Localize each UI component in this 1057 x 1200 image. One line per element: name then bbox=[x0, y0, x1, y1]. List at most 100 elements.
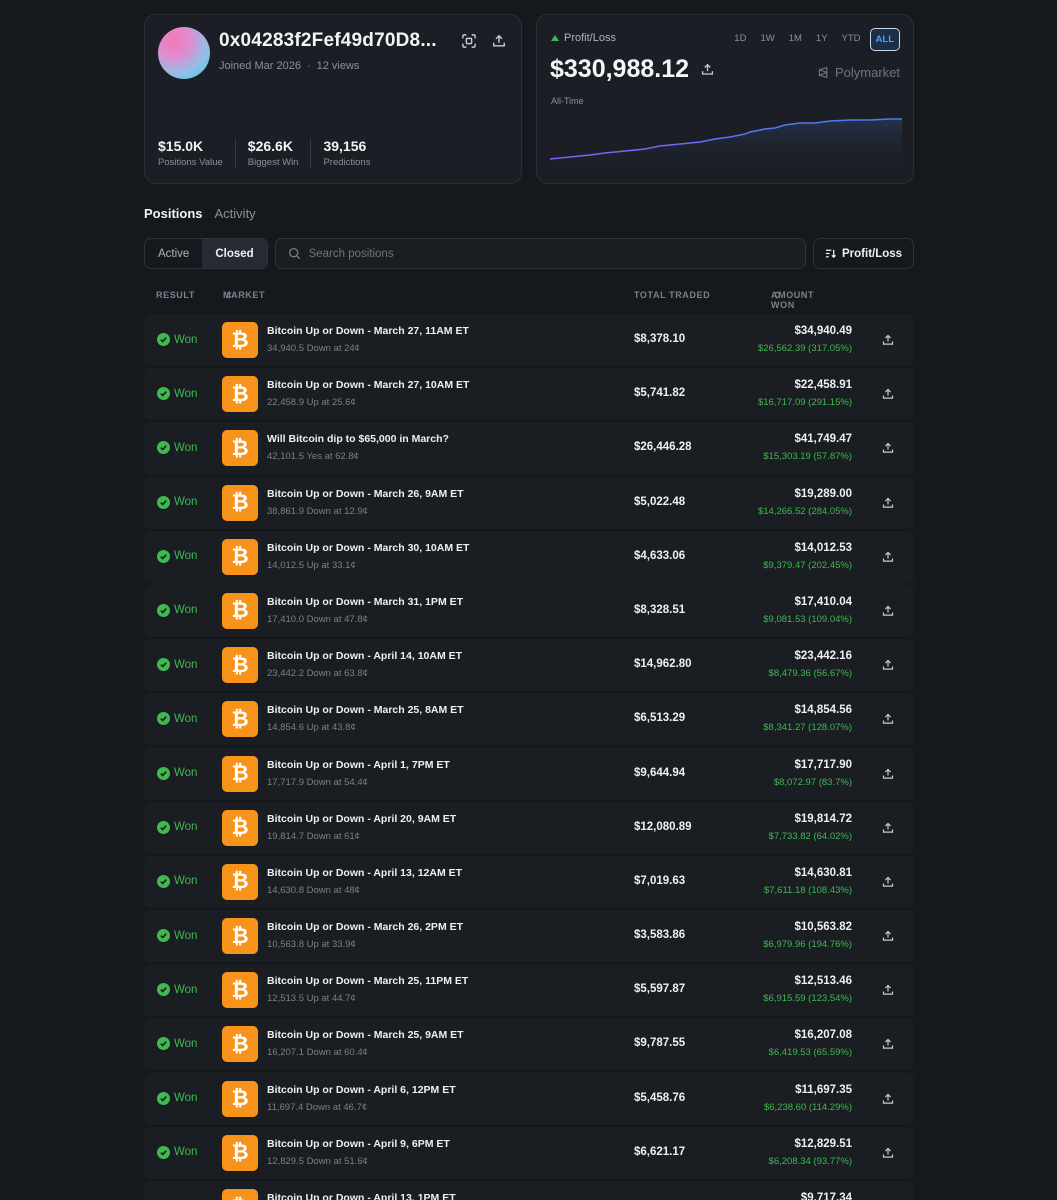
share-icon[interactable] bbox=[882, 387, 895, 400]
range-ytd[interactable]: YTD bbox=[837, 28, 866, 51]
table-row[interactable]: Won ₿ Bitcoin Up or Down - April 20, 9AM… bbox=[144, 801, 914, 854]
market-title[interactable]: Bitcoin Up or Down - April 13, 1PM ET bbox=[267, 1192, 456, 1200]
sparkline-area bbox=[550, 119, 902, 171]
sort-button[interactable]: Profit/Loss bbox=[813, 238, 914, 269]
market-title[interactable]: Bitcoin Up or Down - April 6, 12PM ET bbox=[267, 1084, 456, 1096]
table-row[interactable]: Won ₿ Bitcoin Up or Down - March 27, 10A… bbox=[144, 368, 914, 421]
result-cell: Won bbox=[157, 1037, 197, 1051]
username[interactable]: 0x04283f2Fef49d70D8... bbox=[219, 30, 437, 52]
table-header: RESULT MARKET TOTAL TRADED AMOUNT WON bbox=[144, 290, 914, 310]
table-row[interactable]: Won ₿ Bitcoin Up or Down - March 26, 9AM… bbox=[144, 476, 914, 529]
col-amount-won[interactable]: AMOUNT WON bbox=[771, 290, 813, 310]
share-icon[interactable] bbox=[491, 33, 507, 49]
market-title[interactable]: Bitcoin Up or Down - April 1, 7PM ET bbox=[267, 759, 450, 771]
tab-positions[interactable]: Positions bbox=[144, 206, 203, 221]
check-circle-icon bbox=[157, 549, 170, 563]
share-icon[interactable] bbox=[882, 929, 895, 942]
search-input[interactable] bbox=[308, 247, 789, 260]
market-title[interactable]: Bitcoin Up or Down - March 26, 2PM ET bbox=[267, 921, 463, 933]
table-row[interactable]: Won ₿ Bitcoin Up or Down - March 27, 11A… bbox=[144, 314, 914, 366]
bitcoin-icon: ₿ bbox=[222, 647, 258, 684]
range-all[interactable]: ALL bbox=[869, 28, 900, 51]
table-row[interactable]: Won ₿ Bitcoin Up or Down - April 6, 12PM… bbox=[144, 1072, 914, 1125]
range-1w[interactable]: 1W bbox=[755, 28, 779, 51]
col-total-traded[interactable]: TOTAL TRADED bbox=[634, 290, 710, 300]
share-icon[interactable] bbox=[882, 658, 895, 671]
market-position: 17,410.0 Down at 47.8¢ bbox=[267, 613, 368, 625]
market-title[interactable]: Bitcoin Up or Down - March 27, 10AM ET bbox=[267, 379, 469, 391]
tab-activity[interactable]: Activity bbox=[215, 206, 256, 221]
share-icon[interactable] bbox=[882, 550, 895, 563]
filter-closed[interactable]: Closed bbox=[202, 239, 267, 268]
amount-won: $10,563.82 bbox=[794, 921, 852, 934]
share-icon[interactable] bbox=[882, 983, 895, 996]
table-row[interactable]: Won ₿ Bitcoin Up or Down - March 30, 10A… bbox=[144, 530, 914, 583]
total-traded: $5,741.82 bbox=[634, 387, 686, 400]
table-row[interactable]: Won ₿ Bitcoin Up or Down - April 1, 7PM … bbox=[144, 747, 914, 800]
table-row[interactable]: Won ₿ Bitcoin Up or Down - March 31, 1PM… bbox=[144, 584, 914, 637]
share-icon[interactable] bbox=[701, 63, 714, 76]
table-row[interactable]: Won ₿ Bitcoin Up or Down - March 26, 2PM… bbox=[144, 910, 914, 963]
market-title[interactable]: Bitcoin Up or Down - March 27, 11AM ET bbox=[267, 325, 469, 337]
table-row[interactable]: Won ₿ Bitcoin Up or Down - April 9, 6PM … bbox=[144, 1126, 914, 1179]
qr-scan-icon[interactable] bbox=[461, 33, 477, 49]
bitcoin-icon: ₿ bbox=[222, 1026, 258, 1063]
filter-active[interactable]: Active bbox=[145, 239, 202, 268]
market-title[interactable]: Bitcoin Up or Down - April 9, 6PM ET bbox=[267, 1138, 450, 1150]
range-1y[interactable]: 1Y bbox=[811, 28, 833, 51]
share-icon[interactable] bbox=[882, 712, 895, 725]
share-icon[interactable] bbox=[882, 1092, 895, 1105]
share-icon[interactable] bbox=[882, 767, 895, 780]
market-title[interactable]: Bitcoin Up or Down - April 20, 9AM ET bbox=[267, 813, 456, 825]
market-title[interactable]: Bitcoin Up or Down - April 14, 10AM ET bbox=[267, 650, 462, 662]
profit-amount: $7,611.18 (108.43%) bbox=[763, 884, 852, 896]
pnl-label: Profit/Loss bbox=[551, 32, 616, 44]
table-row[interactable]: Won ₿ Bitcoin Up or Down - March 25, 8AM… bbox=[144, 693, 914, 746]
avatar[interactable] bbox=[158, 27, 210, 79]
table-row[interactable]: Won ₿ Bitcoin Up or Down - April 13, 12A… bbox=[144, 855, 914, 908]
market-title[interactable]: Bitcoin Up or Down - March 26, 9AM ET bbox=[267, 488, 464, 500]
bitcoin-icon: ₿ bbox=[222, 1189, 258, 1200]
table-row[interactable]: Won ₿ Bitcoin Up or Down - March 25, 11P… bbox=[144, 964, 914, 1017]
share-icon[interactable] bbox=[882, 333, 895, 346]
market-title[interactable]: Bitcoin Up or Down - March 25, 9AM ET bbox=[267, 1029, 464, 1041]
market-title[interactable]: Bitcoin Up or Down - April 13, 12AM ET bbox=[267, 867, 462, 879]
market-title[interactable]: Will Bitcoin dip to $65,000 in March? bbox=[267, 433, 449, 445]
bitcoin-icon: ₿ bbox=[222, 322, 258, 358]
market-title[interactable]: Bitcoin Up or Down - March 25, 11PM ET bbox=[267, 975, 468, 987]
bitcoin-icon: ₿ bbox=[222, 701, 258, 738]
profit-amount: $14,266.52 (284.05%) bbox=[757, 505, 852, 517]
result-cell: Won bbox=[157, 712, 197, 726]
share-icon[interactable] bbox=[882, 496, 895, 509]
share-icon[interactable] bbox=[882, 875, 895, 888]
stat-positions-value: $15.0K Positions Value bbox=[158, 138, 236, 168]
range-1m[interactable]: 1M bbox=[784, 28, 807, 51]
col-market[interactable]: MARKET bbox=[223, 290, 265, 300]
table-row[interactable]: Won ₿ Bitcoin Up or Down - April 14, 10A… bbox=[144, 639, 914, 692]
share-icon[interactable] bbox=[882, 1146, 895, 1159]
amount-won: $17,410.04 bbox=[794, 595, 852, 608]
share-icon[interactable] bbox=[882, 441, 895, 454]
result-label: Won bbox=[174, 929, 198, 942]
profit-amount: $8,341.27 (128.07%) bbox=[763, 722, 852, 734]
table-row[interactable]: Won ₿ Bitcoin Up or Down - April 13, 1PM… bbox=[144, 1181, 914, 1200]
profile-stats: $15.0K Positions Value $26.6K Biggest Wi… bbox=[158, 138, 394, 168]
stat-value: 39,156 bbox=[323, 138, 367, 154]
share-icon[interactable] bbox=[882, 821, 895, 834]
check-circle-icon bbox=[157, 1091, 170, 1105]
share-icon[interactable] bbox=[882, 604, 895, 617]
table-row[interactable]: Won ₿ Will Bitcoin dip to $65,000 in Mar… bbox=[144, 422, 914, 475]
result-label: Won bbox=[174, 387, 198, 400]
total-traded: $6,513.29 bbox=[634, 712, 686, 725]
market-position: 10,563.8 Up at 33.9¢ bbox=[267, 939, 356, 951]
profile-meta: Joined Mar 2026 · 12 views bbox=[219, 60, 360, 72]
share-icon[interactable] bbox=[882, 1037, 895, 1050]
amount-won: $19,814.72 bbox=[794, 812, 852, 825]
market-title[interactable]: Bitcoin Up or Down - March 31, 1PM ET bbox=[267, 596, 463, 608]
table-row[interactable]: Won ₿ Bitcoin Up or Down - March 25, 9AM… bbox=[144, 1018, 914, 1071]
check-circle-icon bbox=[157, 333, 170, 346]
bitcoin-icon: ₿ bbox=[222, 592, 258, 629]
range-1d[interactable]: 1D bbox=[729, 28, 751, 51]
market-title[interactable]: Bitcoin Up or Down - March 30, 10AM ET bbox=[267, 542, 469, 554]
market-title[interactable]: Bitcoin Up or Down - March 25, 8AM ET bbox=[267, 704, 464, 716]
